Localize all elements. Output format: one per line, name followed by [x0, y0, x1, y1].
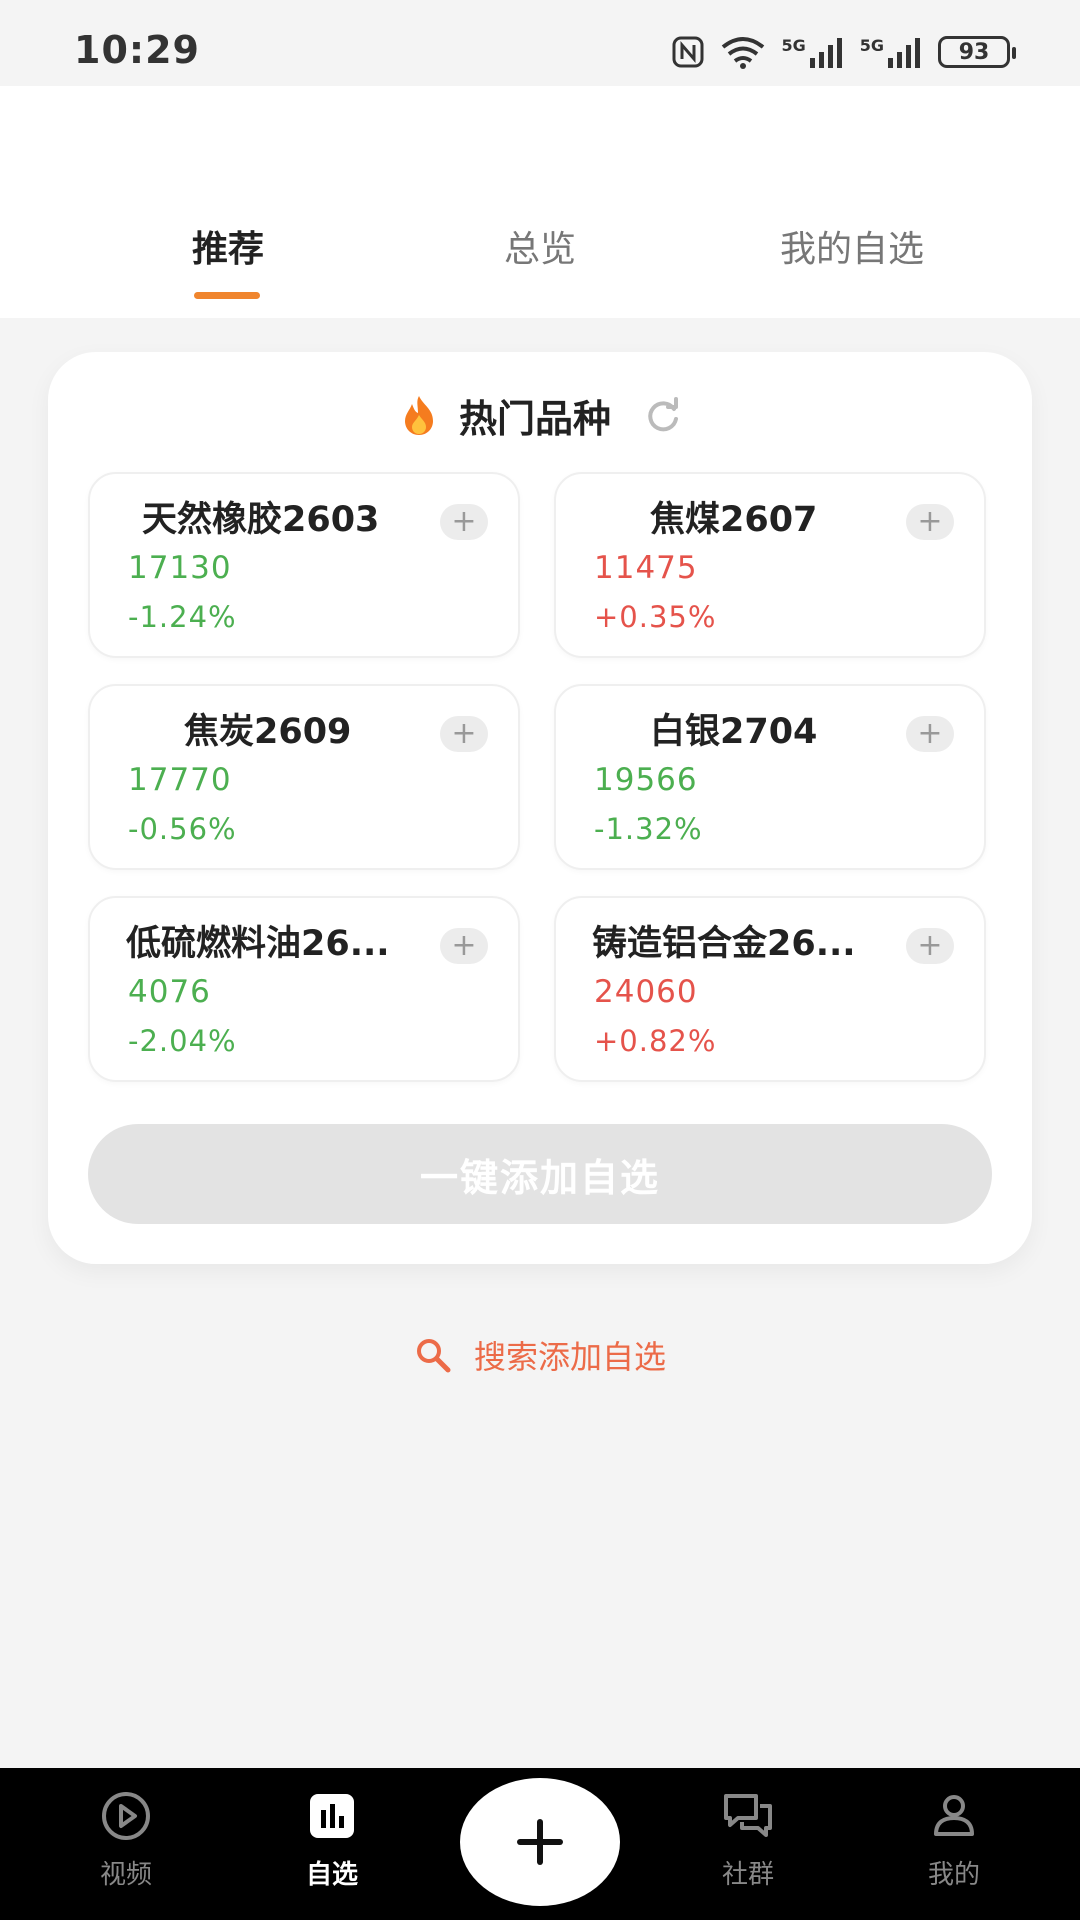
plus-icon: +: [451, 928, 477, 963]
add-variety-button[interactable]: +: [440, 716, 488, 752]
create-button[interactable]: [460, 1778, 620, 1906]
plus-icon: [517, 1819, 563, 1865]
hot-varieties-card: 热门品种 天然橡胶2603 + 17130 -1.24% 焦煤2607 + 11…: [48, 352, 1032, 1264]
person-icon: [934, 1795, 974, 1836]
variety-card[interactable]: 天然橡胶2603 + 17130 -1.24%: [88, 472, 520, 658]
tab-header: 推荐 总览 我的自选: [0, 86, 1080, 318]
plus-icon: +: [451, 716, 477, 751]
status-icons: 5G 5G 93: [671, 30, 1016, 74]
variety-card[interactable]: 焦炭2609 + 17770 -0.56%: [88, 684, 520, 870]
variety-name: 天然橡胶2603: [142, 500, 380, 540]
add-variety-button[interactable]: +: [906, 928, 954, 964]
add-variety-button[interactable]: +: [440, 928, 488, 964]
nav-label: 视频: [99, 1860, 152, 1890]
nav-label: 我的: [927, 1860, 980, 1890]
nav-item-watchlist[interactable]: 自选: [252, 1788, 412, 1891]
variety-change: +0.82%: [594, 1024, 717, 1058]
status-time: 10:29: [74, 28, 200, 72]
variety-name: 低硫燃料油26...: [126, 924, 390, 964]
play-icon: [102, 1792, 150, 1840]
refresh-icon[interactable]: [643, 395, 683, 435]
plus-icon: +: [451, 504, 477, 539]
variety-card[interactable]: 低硫燃料油26... + 4076 -2.04%: [88, 896, 520, 1082]
variety-card[interactable]: 焦煤2607 + 11475 +0.35%: [554, 472, 986, 658]
hot-section-header: 热门品种: [48, 390, 1032, 441]
signal-5g-1: 5G: [781, 36, 845, 68]
signal-5g-2: 5G: [860, 36, 924, 68]
nav-label: 自选: [305, 1860, 358, 1890]
variety-price: 19566: [594, 762, 698, 798]
wifi-icon: [722, 37, 765, 69]
tab-my-watchlist[interactable]: 我的自选: [702, 220, 1002, 272]
network-type-2: 5G: [859, 36, 884, 55]
variety-name: 焦煤2607: [650, 500, 818, 540]
add-variety-button[interactable]: +: [906, 504, 954, 540]
chat-icon: [724, 1794, 772, 1837]
search-link-label: 搜索添加自选: [473, 1338, 666, 1376]
variety-name: 焦炭2609: [184, 712, 352, 752]
variety-name: 铸造铝合金26...: [592, 924, 856, 964]
add-variety-button[interactable]: +: [440, 504, 488, 540]
add-variety-button[interactable]: +: [906, 716, 954, 752]
variety-price: 17130: [128, 550, 232, 586]
variety-change: -0.56%: [128, 812, 237, 846]
plus-icon: +: [917, 716, 943, 751]
fire-icon: [404, 396, 433, 435]
tab-recommend[interactable]: 推荐: [78, 220, 378, 272]
variety-change: -1.24%: [128, 600, 237, 634]
nav-item-video[interactable]: 视频: [46, 1788, 206, 1891]
add-all-to-watchlist-button[interactable]: 一键添加自选: [88, 1124, 992, 1224]
variety-price: 4076: [128, 974, 211, 1010]
status-bar: 10:29 5G 5G 93: [0, 0, 1080, 86]
hot-section-title: 热门品种: [458, 396, 611, 441]
battery-indicator: 93: [938, 36, 1016, 68]
search-icon: [416, 1339, 451, 1373]
variety-price: 17770: [128, 762, 232, 798]
plus-icon: +: [917, 928, 943, 963]
nfc-icon: [672, 36, 704, 68]
variety-price: 24060: [594, 974, 698, 1010]
variety-change: -1.32%: [594, 812, 703, 846]
search-add-watchlist-link[interactable]: 搜索添加自选: [0, 1330, 1080, 1380]
variety-change: +0.35%: [594, 600, 717, 634]
nav-label: 社群: [721, 1860, 774, 1890]
variety-card[interactable]: 白银2704 + 19566 -1.32%: [554, 684, 986, 870]
nav-item-community[interactable]: 社群: [668, 1788, 828, 1891]
bar-chart-icon: [310, 1794, 354, 1838]
variety-name: 白银2704: [650, 712, 818, 752]
variety-card[interactable]: 铸造铝合金26... + 24060 +0.82%: [554, 896, 986, 1082]
active-tab-indicator: [194, 292, 260, 299]
signal-bars-icon: [809, 38, 842, 68]
plus-icon: +: [917, 504, 943, 539]
variety-price: 11475: [594, 550, 698, 586]
tab-overview[interactable]: 总览: [390, 220, 690, 272]
variety-change: -2.04%: [128, 1024, 237, 1058]
network-type-1: 5G: [781, 36, 806, 55]
nav-item-profile[interactable]: 我的: [874, 1788, 1034, 1891]
signal-bars-icon: [888, 38, 920, 68]
